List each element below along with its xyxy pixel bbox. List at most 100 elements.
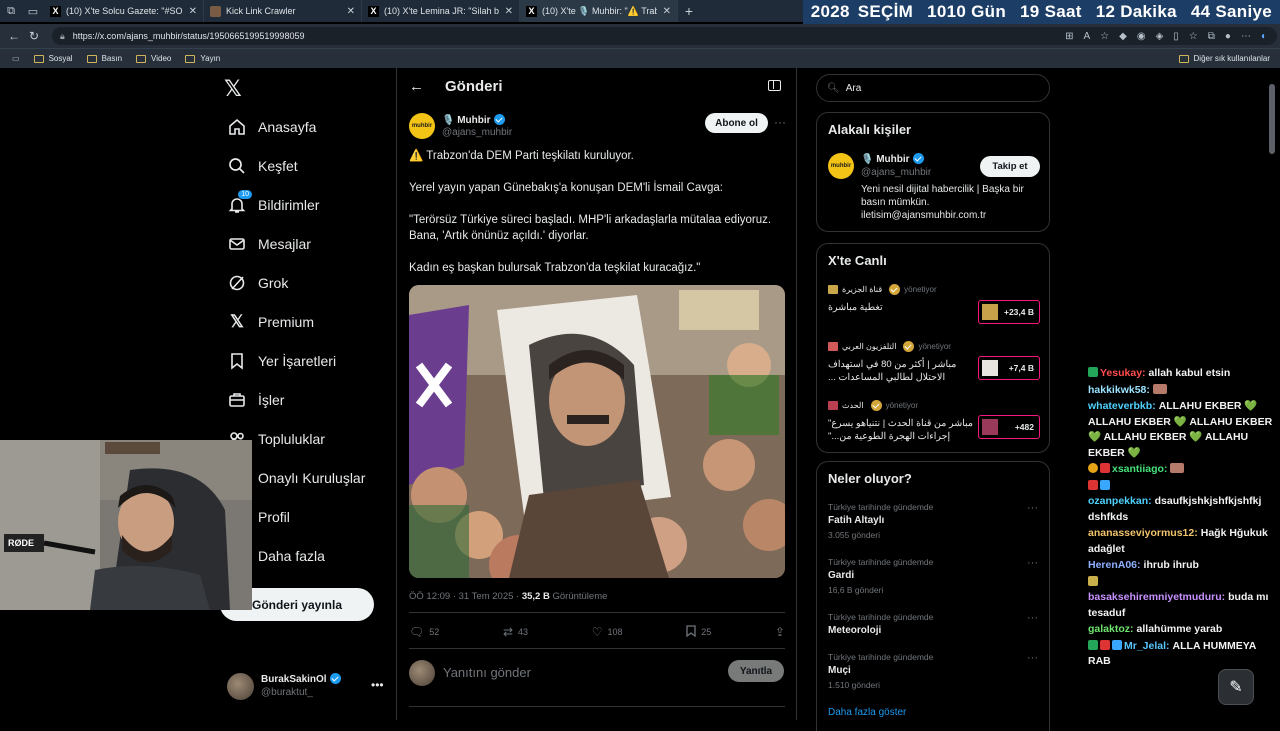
scrollbar-thumb[interactable] — [1269, 84, 1275, 154]
copilot-icon[interactable]: ◐ — [1261, 31, 1267, 42]
workspaces-icon[interactable]: ⧉ — [0, 0, 22, 22]
bookmark-folder-basin[interactable]: Basın — [86, 54, 122, 63]
notification-badge: 10 — [238, 190, 252, 199]
reply-button[interactable]: Yanıtla — [728, 660, 784, 682]
extension-icon[interactable]: ◆ — [1119, 31, 1127, 42]
profile-avatar-icon[interactable]: ● — [1225, 31, 1231, 42]
favorite-star-icon[interactable]: ☆ — [1100, 31, 1109, 42]
close-tab-icon[interactable]: ✕ — [505, 6, 513, 17]
trend-category: Türkiye tarihinde gündemde — [828, 652, 934, 662]
trend-name[interactable]: Meteoroloji — [828, 625, 881, 636]
more-dots-icon[interactable]: ··· — [1027, 502, 1038, 514]
more-dots-icon[interactable]: ••• — [371, 678, 384, 692]
back-arrow-icon[interactable]: ← — [409, 78, 424, 95]
x-logo-icon[interactable]: 𝕏 — [224, 77, 248, 102]
nav-bookmarks[interactable]: Yer İşaretleri — [228, 346, 336, 376]
more-dots-icon[interactable]: ··· — [1027, 652, 1038, 664]
nav-premium[interactable]: 𝕏 Premium — [228, 307, 314, 337]
back-icon[interactable]: ← — [4, 29, 24, 43]
nav-grok[interactable]: Grok — [228, 268, 288, 298]
author-avatar[interactable]: muhbir — [409, 113, 435, 139]
tab-kick-link-crawler[interactable]: Kick Link Crawler ✕ — [204, 0, 362, 22]
close-tab-icon[interactable]: ✕ — [189, 6, 197, 17]
briefcase-icon — [228, 391, 246, 409]
subscriber-badge-icon — [1088, 639, 1098, 650]
related-avatar[interactable]: muhbir — [828, 153, 854, 179]
nav-explore[interactable]: Keşfet — [228, 151, 298, 181]
close-tab-icon[interactable]: ✕ — [347, 6, 355, 17]
bookmark-action[interactable]: 25 — [686, 625, 711, 639]
more-dots-icon[interactable]: ··· — [774, 115, 786, 129]
extension-icon[interactable]: ◉ — [1137, 31, 1146, 42]
read-aloud-icon[interactable]: A — [1084, 31, 1091, 42]
countdown-year: 2028 — [810, 2, 850, 21]
other-bookmarks[interactable]: Diğer sık kullanılanlar — [1178, 54, 1270, 63]
live-title[interactable]: مباشر من قناة الحدث | نتنياهو يسرع" إجرا… — [828, 417, 978, 443]
bookmark-folder-sosyal[interactable]: Sosyal — [33, 54, 73, 63]
live-title[interactable]: مباشر | أكثر من 80 في استهداف الاحتلال ل… — [828, 358, 978, 384]
reply-action[interactable]: 🗨︎ 52 — [409, 625, 439, 639]
account-handle: @buraktut_ — [261, 687, 313, 698]
live-listener-count[interactable]: +7,4 B — [978, 356, 1040, 380]
more-icon[interactable]: ⋯ — [1241, 31, 1251, 42]
extension-icon[interactable]: ◈ — [1156, 31, 1164, 42]
trend-name[interactable]: Gardi — [828, 570, 854, 581]
chat-popout-icon[interactable]: ✎ — [1218, 669, 1254, 705]
listener-count: +23,4 B — [1003, 307, 1034, 317]
more-dots-icon[interactable]: ··· — [1027, 612, 1038, 624]
chat-text: allah kabul etsin — [1148, 367, 1231, 379]
nav-home[interactable]: Anasayfa — [228, 112, 316, 142]
kick-icon — [210, 5, 221, 17]
live-listener-count[interactable]: +482 — [978, 415, 1040, 439]
live-title[interactable]: تغطية مباشرة — [828, 301, 978, 314]
like-action[interactable]: ♡ 108 — [592, 625, 623, 639]
refresh-icon[interactable]: ↻ — [24, 29, 44, 43]
listener-count: +482 — [1014, 422, 1034, 432]
tab-actions-icon[interactable]: ▭ — [22, 0, 44, 22]
trend-name[interactable]: Fatih Altaylı — [828, 515, 884, 526]
url-field[interactable]: 🔒︎ https://x.com/ajans_muhbir/status/195… — [52, 27, 1277, 45]
follow-button[interactable]: Takip et — [980, 156, 1040, 177]
chat-text: allahümme yarab — [1136, 623, 1223, 635]
live-source[interactable]: قناة الجزيرة yönetiyor — [828, 284, 937, 295]
nav-jobs[interactable]: İşler — [228, 385, 284, 415]
live-source[interactable]: التلفزيون العربي yönetiyor — [828, 341, 951, 352]
account-switcher[interactable]: BurakSakinOl @buraktut_ ••• — [225, 668, 390, 704]
trend-category: Türkiye tarihinde gündemde — [828, 557, 934, 567]
reply-input[interactable]: Yanıtını gönder — [443, 665, 531, 680]
bookmark-folder-video[interactable]: Video — [136, 54, 171, 63]
post-image[interactable] — [409, 285, 785, 578]
show-more-link[interactable]: Daha fazla göster — [828, 707, 906, 718]
verified-badge-icon — [912, 153, 924, 164]
repost-action[interactable]: ⇄ 43 — [503, 625, 528, 639]
tab-lemina-jr[interactable]: X (10) X'te Lemina JR: "Silah bırakıp ✕ — [362, 0, 520, 22]
reader-mode-icon[interactable] — [768, 80, 781, 91]
live-source[interactable]: الحدث yönetiyor — [828, 400, 918, 411]
reading-list-icon[interactable]: ▭ — [12, 54, 20, 63]
search-input[interactable]: 🔍︎ Ara — [816, 74, 1050, 102]
related-name-row[interactable]: 🎙️ Muhbir — [861, 153, 924, 165]
new-tab-icon[interactable]: + — [678, 0, 700, 22]
chat-message: basaksehiremniyetmuduru: buda mı tesaduf — [1088, 575, 1278, 622]
channel-logo-icon — [828, 285, 838, 294]
trend-name[interactable]: Muçi — [828, 665, 851, 676]
emote-icon — [1152, 383, 1167, 394]
nav-messages[interactable]: Mesajlar — [228, 229, 311, 259]
bookmark-folder-yayin[interactable]: Yayın — [185, 54, 220, 63]
share-action[interactable]: ⇪ — [775, 625, 785, 639]
close-tab-icon[interactable]: ✕ — [663, 6, 671, 17]
nav-notifications[interactable]: 10 Bildirimler — [228, 190, 319, 220]
related-handle[interactable]: @ajans_muhbir — [861, 167, 931, 178]
author-handle[interactable]: @ajans_muhbir — [442, 127, 512, 138]
subscribe-button[interactable]: Abone ol — [705, 113, 768, 133]
author-name-row[interactable]: 🎙️ Muhbir — [442, 114, 505, 126]
tab-muhbir[interactable]: X (10) X'te 🎙️ Muhbir: "⚠️ Trabzon ✕ — [520, 0, 678, 22]
live-listener-count[interactable]: +23,4 B — [978, 300, 1040, 324]
more-dots-icon[interactable]: ··· — [1027, 557, 1038, 569]
favorites-icon[interactable]: ☆ — [1189, 31, 1198, 42]
app-icon[interactable]: ⊞ — [1065, 31, 1073, 42]
collections-icon[interactable]: ⧉ — [1208, 31, 1215, 42]
post-text-line: Yerel yayın yapan Günebakış'a konuşan DE… — [409, 182, 723, 194]
split-screen-icon[interactable]: ▯ — [1173, 31, 1179, 42]
tab-solcu-gazete[interactable]: X (10) X'te Solcu Gazete: "#SONDAKİKA ✕ — [44, 0, 204, 22]
